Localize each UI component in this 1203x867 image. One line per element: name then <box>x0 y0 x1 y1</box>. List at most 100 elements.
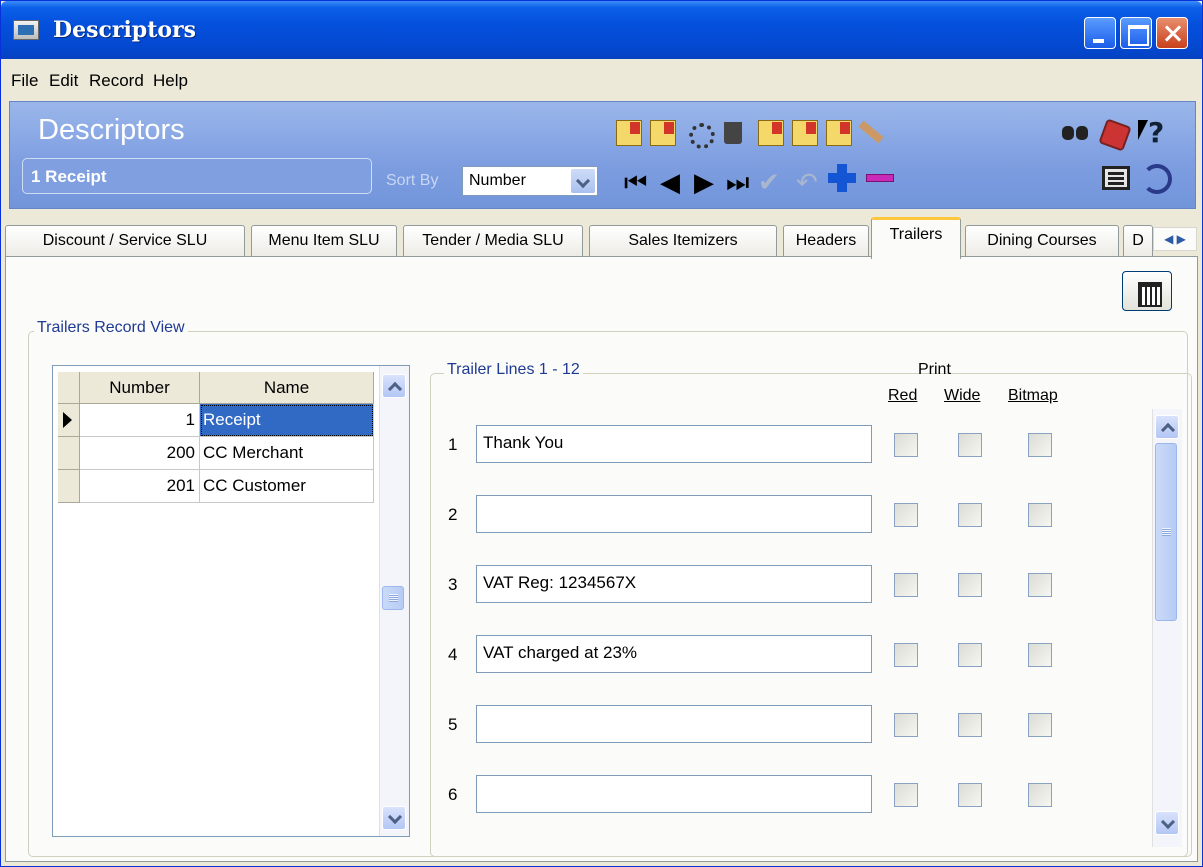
tab-sales-itemizers[interactable]: Sales Itemizers <box>589 225 777 257</box>
bitmap-checkbox[interactable] <box>1028 783 1052 807</box>
settings-icon[interactable] <box>686 120 715 149</box>
chevron-down-icon[interactable] <box>571 169 595 193</box>
table-row-number[interactable]: 201 <box>80 470 200 503</box>
trailer-line-input[interactable]: VAT charged at 23% <box>476 635 872 673</box>
tab-dining-courses[interactable]: Dining Courses <box>965 225 1119 257</box>
wide-checkbox[interactable] <box>958 433 982 457</box>
trailer-lines-scrollbar[interactable] <box>1152 409 1182 847</box>
trailer-line-input[interactable] <box>476 705 872 743</box>
menu-help[interactable]: Help <box>153 71 188 91</box>
scroll-down-icon[interactable] <box>1155 811 1179 835</box>
scroll-thumb[interactable] <box>382 586 404 610</box>
wide-checkbox[interactable] <box>958 573 982 597</box>
row-selector[interactable] <box>58 470 80 503</box>
previous-record-icon[interactable]: ◀ <box>660 170 680 196</box>
tab-strip: Discount / Service SLU Menu Item SLU Ten… <box>1 217 1202 259</box>
wide-checkbox[interactable] <box>958 643 982 667</box>
wide-checkbox[interactable] <box>958 783 982 807</box>
line-number: 5 <box>448 715 458 734</box>
red-checkbox[interactable] <box>894 433 918 457</box>
search-icon[interactable] <box>1062 118 1088 144</box>
trailer-line-input[interactable]: VAT Reg: 1234567X <box>476 565 872 603</box>
bitmap-checkbox[interactable] <box>1028 643 1052 667</box>
current-record-text: 1 Receipt <box>31 167 107 186</box>
bitmap-checkbox[interactable] <box>1028 433 1052 457</box>
sort-by-label: Sort By <box>386 172 439 189</box>
column-header-name[interactable]: Name <box>200 372 374 404</box>
pen-icon[interactable] <box>858 120 884 144</box>
tab-scroll-arrows[interactable]: ◀ ▶ <box>1153 227 1197 251</box>
help-icon[interactable] <box>1138 116 1164 149</box>
next-record-icon[interactable]: ▶ <box>694 170 714 196</box>
red-column-label: Red <box>888 387 918 404</box>
red-checkbox[interactable] <box>894 643 918 667</box>
bitmap-checkbox[interactable] <box>1028 713 1052 737</box>
wide-checkbox[interactable] <box>958 503 982 527</box>
copy-record-icon[interactable] <box>650 120 676 146</box>
bitmap-checkbox[interactable] <box>1028 573 1052 597</box>
record-grid[interactable]: Number Name 1 Receipt 200 CC Merchant 20… <box>52 365 410 837</box>
grid-scrollbar[interactable] <box>379 366 409 836</box>
window-title: Descriptors <box>53 17 196 43</box>
new-record-icon[interactable] <box>616 120 642 146</box>
trailers-panel: Trailers Record View Number Name 1 Recei… <box>5 256 1198 862</box>
scroll-up-icon[interactable] <box>382 374 406 398</box>
column-header-number[interactable]: Number <box>80 372 200 404</box>
trailer-line-input[interactable] <box>476 775 872 813</box>
table-row-name[interactable]: CC Merchant <box>200 437 374 470</box>
wide-checkbox[interactable] <box>958 713 982 737</box>
title-bar[interactable]: Descriptors <box>1 1 1202 59</box>
scroll-thumb[interactable] <box>1155 443 1177 621</box>
tab-overflow[interactable]: D <box>1123 225 1153 257</box>
trailer-line-input[interactable]: Thank You <box>476 425 872 463</box>
row-selector[interactable] <box>58 404 80 437</box>
red-checkbox[interactable] <box>894 503 918 527</box>
bitmap-checkbox[interactable] <box>1028 503 1052 527</box>
red-checkbox[interactable] <box>894 713 918 737</box>
edit-record-icon[interactable] <box>758 120 784 146</box>
app-icon <box>13 20 39 40</box>
minimize-button[interactable] <box>1084 17 1116 49</box>
scroll-down-icon[interactable] <box>382 806 406 830</box>
menu-file[interactable]: File <box>11 71 38 91</box>
add-icon[interactable] <box>828 164 856 192</box>
current-record-field[interactable]: 1 Receipt <box>22 158 372 194</box>
tab-discount-service-slu[interactable]: Discount / Service SLU <box>5 225 245 257</box>
red-checkbox[interactable] <box>894 573 918 597</box>
close-button[interactable] <box>1156 17 1188 49</box>
delete-icon[interactable] <box>724 122 742 144</box>
remove-icon[interactable] <box>866 174 894 182</box>
menu-edit[interactable]: Edit <box>49 71 78 91</box>
table-row-number[interactable]: 1 <box>80 404 200 437</box>
table-row-name[interactable]: CC Customer <box>200 470 374 503</box>
grid-corner <box>58 372 80 404</box>
first-record-icon[interactable]: ⏮ <box>624 170 647 196</box>
sync-icon[interactable] <box>1142 164 1172 194</box>
paste-record-icon[interactable] <box>792 120 818 146</box>
trailer-line-input[interactable] <box>476 495 872 533</box>
line-number: 6 <box>448 785 458 804</box>
undo-icon[interactable]: ↶ <box>796 170 818 196</box>
monitor-icon[interactable] <box>1102 166 1130 190</box>
table-row-number[interactable]: 200 <box>80 437 200 470</box>
line-number: 3 <box>448 575 458 594</box>
red-checkbox[interactable] <box>894 783 918 807</box>
bitmap-column-label: Bitmap <box>1008 387 1058 404</box>
tab-menu-item-slu[interactable]: Menu Item SLU <box>251 225 397 257</box>
maximize-button[interactable] <box>1120 17 1152 49</box>
wide-column-label: Wide <box>944 387 981 404</box>
table-row-name[interactable]: Receipt <box>200 404 374 437</box>
scroll-up-icon[interactable] <box>1155 415 1179 439</box>
sort-by-select[interactable]: Number <box>462 166 598 196</box>
menu-record[interactable]: Record <box>89 71 144 91</box>
calendar-icon[interactable] <box>1122 271 1172 311</box>
tab-headers[interactable]: Headers <box>783 225 869 257</box>
row-selector[interactable] <box>58 437 80 470</box>
report-icon[interactable] <box>826 120 852 146</box>
last-record-icon[interactable]: ⏭ <box>726 170 749 196</box>
page-title: Descriptors <box>38 114 185 146</box>
confirm-icon[interactable]: ✔ <box>758 170 780 196</box>
tab-tender-media-slu[interactable]: Tender / Media SLU <box>403 225 583 257</box>
book-icon[interactable] <box>1098 118 1132 152</box>
tab-trailers[interactable]: Trailers <box>871 217 961 259</box>
